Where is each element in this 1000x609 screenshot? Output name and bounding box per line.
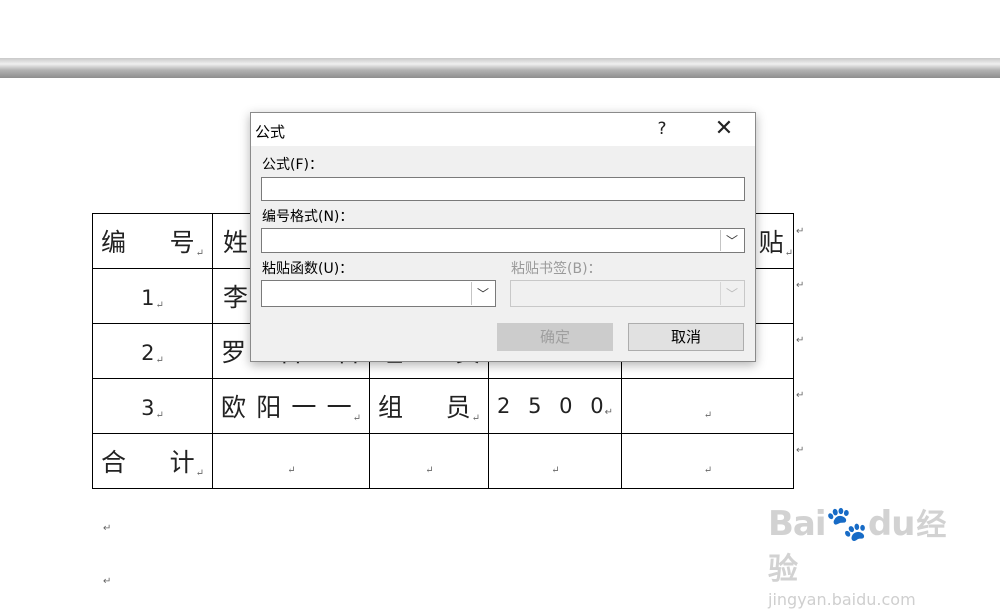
table-cell[interactable]: ↵: [212, 433, 370, 489]
paragraph-mark: ↵: [103, 576, 112, 587]
paste-function-select[interactable]: ﹀: [261, 280, 496, 307]
table-cell[interactable]: ↵: [621, 378, 794, 434]
chevron-down-icon[interactable]: ﹀: [720, 230, 743, 251]
help-icon[interactable]: ?: [647, 113, 677, 146]
table-row: 合计↵ ↵ ↵ ↵ ↵: [92, 433, 794, 489]
paragraph-mark: ↵: [103, 523, 112, 534]
ruler-bar: [0, 58, 1000, 78]
formula-label: 公式(F)：: [262, 157, 323, 173]
close-icon[interactable]: ✕: [703, 113, 745, 146]
table-cell[interactable]: 2↵: [92, 323, 213, 379]
dialog-title: 公式: [255, 123, 286, 141]
number-format-select[interactable]: ﹀: [261, 228, 745, 253]
row-end-mark: ↵: [796, 280, 805, 291]
table-cell[interactable]: ↵: [369, 433, 489, 489]
paste-function-label: 粘贴函数(U)：: [262, 261, 354, 277]
formula-input[interactable]: [261, 177, 745, 201]
table-cell[interactable]: ↵: [621, 433, 794, 489]
row-end-mark: ↵: [796, 226, 805, 237]
paw-icon: 🐾: [825, 504, 868, 544]
table-cell[interactable]: 欧阳一一↵: [212, 378, 370, 434]
table-cell[interactable]: 组员↵: [369, 378, 489, 434]
table-cell[interactable]: 1↵: [92, 268, 213, 324]
cancel-button[interactable]: 取消: [628, 323, 744, 351]
table-cell[interactable]: 合计↵: [92, 433, 213, 489]
table-cell[interactable]: 2 5 0 0↵: [488, 378, 622, 434]
chevron-down-icon: ﹀: [720, 282, 743, 305]
table-cell[interactable]: 编号↵: [92, 213, 213, 269]
row-end-mark: ↵: [796, 445, 805, 456]
row-end-mark: ↵: [796, 335, 805, 346]
chevron-down-icon[interactable]: ﹀: [471, 282, 494, 305]
paste-bookmark-select: ﹀: [510, 280, 745, 307]
table-cell[interactable]: 3↵: [92, 378, 213, 434]
paste-bookmark-label: 粘贴书签(B)：: [511, 261, 602, 277]
ok-button[interactable]: 确定: [497, 323, 613, 351]
number-format-label: 编号格式(N)：: [262, 209, 354, 225]
table-cell[interactable]: ↵: [488, 433, 622, 489]
dialog-titlebar[interactable]: 公式 ? ✕: [251, 113, 755, 146]
baidu-jingyan-watermark: Bai🐾du经验 jingyan.baidu.com: [768, 504, 947, 609]
row-end-mark: ↵: [796, 390, 805, 401]
formula-dialog: 公式 ? ✕ 公式(F)： 编号格式(N)： ﹀ 粘贴函数(U)： ﹀ 粘贴书签…: [250, 112, 756, 362]
table-row: 3↵ 欧阳一一↵ 组员↵ 2 5 0 0↵ ↵: [92, 378, 794, 434]
